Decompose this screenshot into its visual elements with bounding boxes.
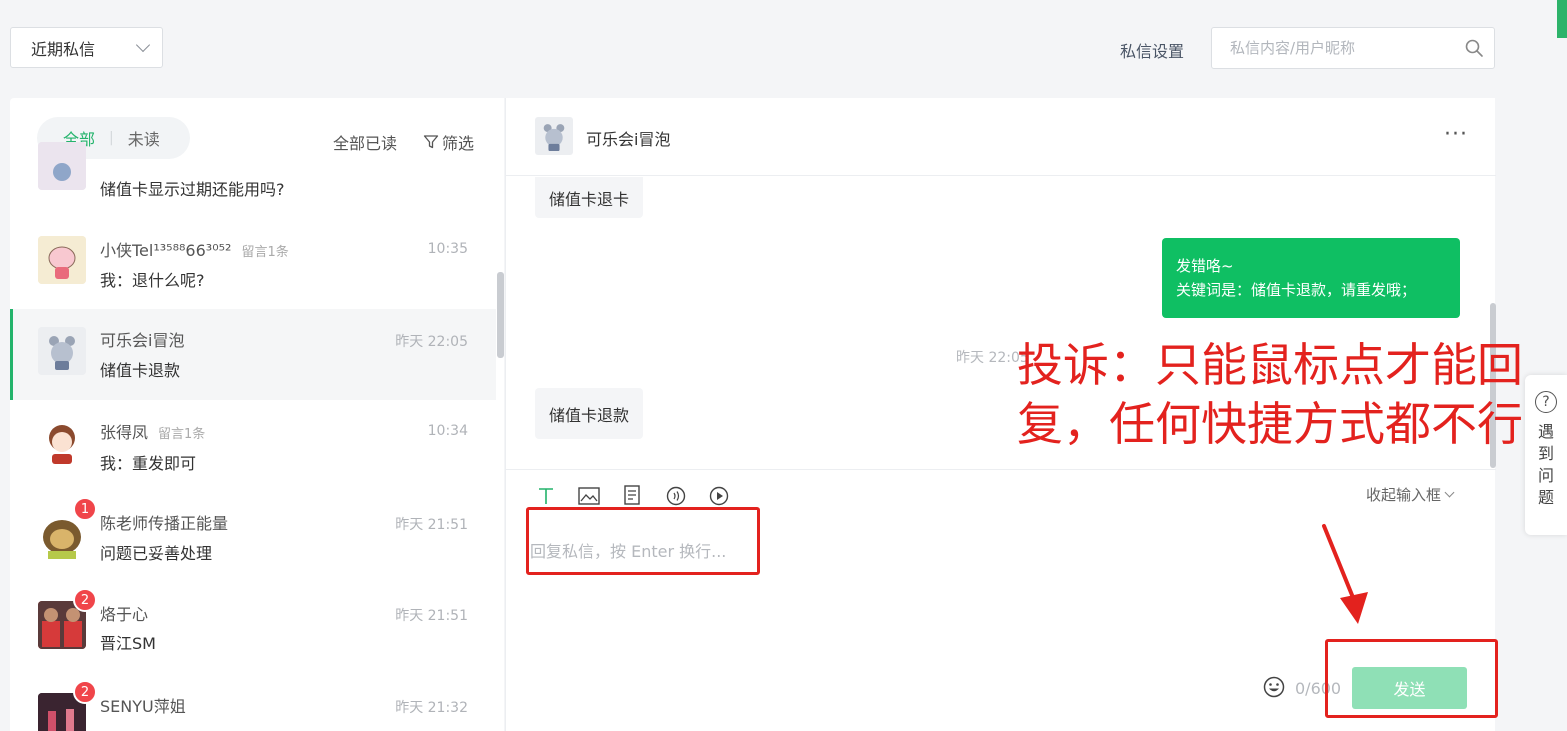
collapse-input-button[interactable]: 收起输入框	[1366, 484, 1455, 505]
chat-contact-name: 可乐会i冒泡	[586, 130, 671, 149]
avatar-image	[38, 327, 86, 375]
list-filter-button[interactable]: 筛选	[423, 130, 474, 154]
annotation-text: 投诉：只能鼠标点才能回复，任何快捷方式都不行	[1017, 338, 1523, 451]
conversation-item[interactable]: 储值卡显示过期还能用吗?	[10, 142, 496, 207]
annotation-arrow	[1322, 524, 1368, 624]
unread-badge: 1	[73, 497, 97, 521]
filter-label: 筛选	[442, 134, 475, 153]
conversation-item-active[interactable]: 可乐会i冒泡 昨天 22:05 储值卡退款	[10, 309, 496, 400]
avatar	[38, 142, 86, 190]
annotation-box-input	[526, 507, 760, 575]
conversation-item[interactable]: 小侠Tel¹³⁵⁸⁸66³⁰⁵² 留言1条 10:35 我：退什么呢?	[10, 215, 496, 305]
conversation-preview: 我：重发即可	[100, 454, 197, 473]
search-icon[interactable]	[1464, 38, 1484, 58]
conversation-name-text: 张得凤	[100, 423, 149, 442]
conversation-name: 张得凤 留言1条	[100, 419, 205, 443]
conversation-preview: 问题已妥善处理	[100, 544, 213, 563]
contact-avatar-image	[535, 117, 573, 155]
more-options-button[interactable]: ···	[1444, 122, 1468, 147]
mark-all-read-button[interactable]: 全部已读	[333, 130, 397, 154]
conversation-time: 昨天 21:51	[395, 608, 468, 624]
message-tag: 留言1条	[158, 427, 206, 442]
edge-strip	[1557, 0, 1567, 38]
avatar-image	[38, 418, 86, 466]
outgoing-message-line: 发错咯~	[1176, 257, 1234, 275]
annotation-box-send	[1325, 639, 1498, 718]
chevron-down-icon	[135, 37, 151, 53]
conversation-name: 陈老师传播正能量	[100, 514, 229, 533]
chevron-down-icon	[1444, 487, 1455, 498]
conversation-preview: 储值卡退款	[100, 361, 181, 380]
search-box	[1211, 27, 1495, 69]
conversation-item[interactable]: 2 SENYU萍姐 昨天 21:32	[10, 674, 496, 731]
conversation-time: 昨天 21:51	[395, 517, 468, 533]
funnel-icon	[423, 135, 439, 149]
avatar	[38, 327, 86, 375]
conversation-name-text: 小侠Tel¹³⁵⁸⁸66³⁰⁵²	[100, 241, 232, 260]
conversation-time: 昨天 21:32	[395, 700, 468, 716]
outgoing-message-line: 关键词是：储值卡退款，请重发哦；	[1176, 281, 1417, 299]
tab-unread[interactable]: 未读	[128, 126, 160, 150]
conversation-list-panel: 全部 | 未读 全部已读 筛选 储值卡显示过期还能用吗? 小侠Tel¹³⁵⁸⁸6…	[10, 98, 504, 731]
emoji-icon[interactable]	[1263, 676, 1285, 702]
search-input[interactable]	[1230, 39, 1464, 57]
unread-badge: 2	[73, 680, 97, 704]
conversation-item[interactable]: 1 陈老师传播正能量 昨天 21:51 问题已妥善处理	[10, 491, 496, 581]
conversation-name: 可乐会i冒泡	[100, 331, 185, 350]
conversation-time: 10:34	[427, 423, 468, 439]
conversation-name: 烙于心	[100, 605, 149, 624]
avatar	[38, 418, 86, 466]
message-tag: 留言1条	[241, 245, 289, 260]
image-icon[interactable]	[578, 487, 600, 509]
conversation-time: 昨天 22:05	[395, 334, 468, 350]
avatar-image	[38, 236, 86, 284]
composer-divider	[506, 469, 1496, 470]
conversation-name: SENYU萍姐	[100, 697, 186, 716]
list-scrollbar[interactable]	[497, 272, 504, 358]
incoming-message: 储值卡退款	[535, 388, 644, 439]
document-icon[interactable]	[624, 485, 640, 509]
filter-select-value: 近期私信	[31, 39, 96, 59]
contact-avatar	[535, 117, 573, 155]
outgoing-message: 发错咯~ 关键词是：储值卡退款，请重发哦；	[1162, 238, 1460, 318]
message-settings-link[interactable]: 私信设置	[1120, 38, 1184, 62]
conversation-item[interactable]: 2 烙于心 昨天 21:51 晋江SM	[10, 582, 496, 672]
unread-badge: 2	[73, 588, 97, 612]
avatar-image	[38, 142, 86, 190]
conversation-name: 小侠Tel¹³⁵⁸⁸66³⁰⁵² 留言1条	[100, 237, 289, 261]
collapse-input-label: 收起输入框	[1366, 486, 1442, 504]
conversation-preview: 储值卡显示过期还能用吗?	[100, 180, 285, 199]
tab-divider: |	[109, 130, 114, 146]
conversation-filter-select[interactable]: 近期私信	[10, 27, 163, 68]
conversation-preview: 我：退什么呢?	[100, 271, 205, 290]
avatar	[38, 236, 86, 284]
conversation-preview: 晋江SM	[100, 634, 156, 653]
conversation-time: 10:35	[427, 241, 468, 257]
conversation-item[interactable]: 张得凤 留言1条 10:34 我：重发即可	[10, 400, 496, 490]
chat-header: 可乐会i冒泡 ···	[506, 98, 1496, 176]
incoming-message: 储值卡退卡	[535, 177, 644, 218]
